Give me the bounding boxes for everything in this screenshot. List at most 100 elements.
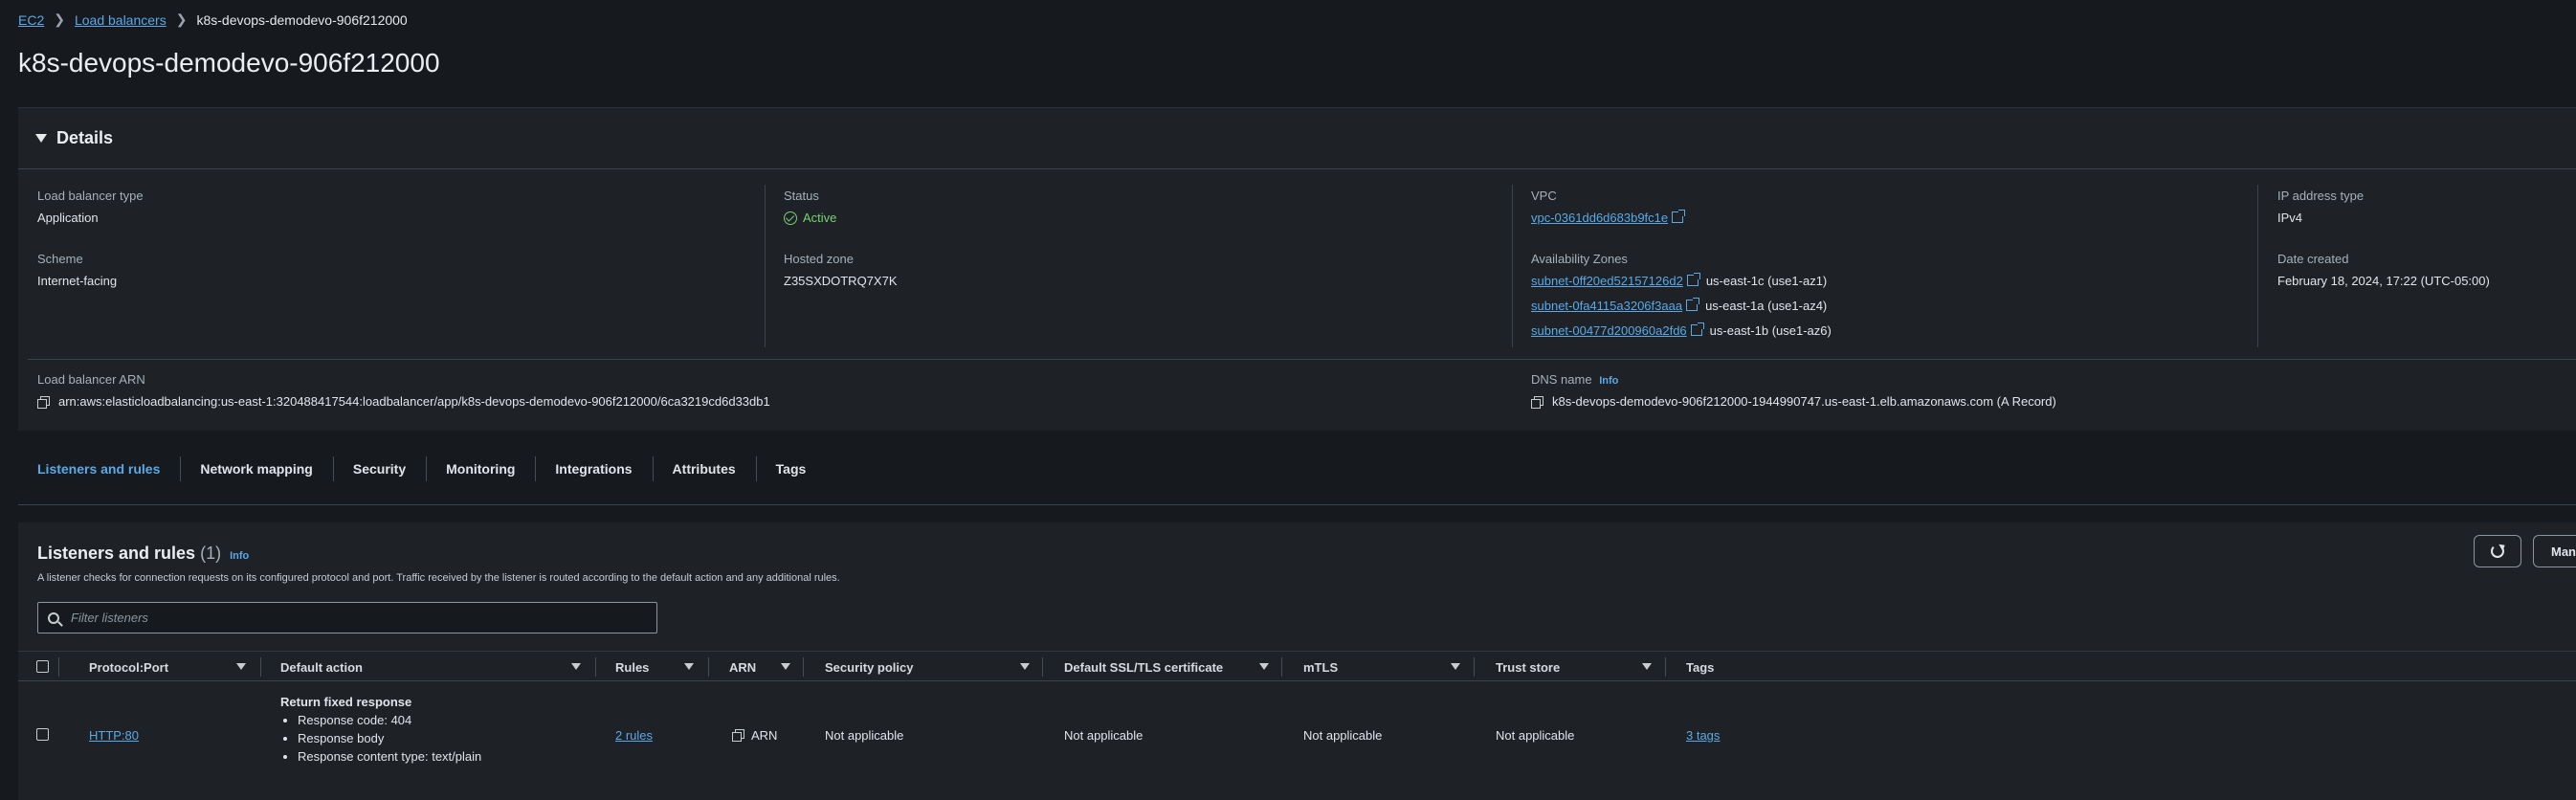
column-security-policy[interactable]: Security policy <box>825 652 913 682</box>
chevron-right-icon: ❯ <box>54 11 65 27</box>
lb-type-label: Load balancer type <box>37 189 144 203</box>
column-divider <box>1512 185 1513 347</box>
chevron-right-icon: ❯ <box>175 11 188 27</box>
copy-icon[interactable] <box>1531 395 1543 409</box>
breadcrumb-ec2-link[interactable]: EC2 <box>18 12 44 28</box>
column-rules[interactable]: Rules <box>615 652 649 682</box>
subnet-zone: us-east-1b (use1-az6) <box>1709 323 1832 338</box>
copy-icon[interactable] <box>732 729 744 742</box>
tab-bar: Listeners and rules Network mapping Secu… <box>18 456 827 481</box>
ip-type-label: IP address type <box>2277 189 2365 203</box>
sort-icon[interactable] <box>571 663 581 670</box>
manage-button[interactable]: Manage <box>2533 535 2576 567</box>
listeners-description: A listener checks for connection request… <box>37 572 840 584</box>
table-row: HTTP:80 Return fixed response Response c… <box>18 681 2576 800</box>
availability-zones-field: Availability Zones subnet-0ff20ed5215712… <box>1531 252 1832 348</box>
action-detail: Response code: 404 <box>298 713 481 727</box>
status-badge: Active <box>784 211 836 225</box>
search-icon <box>48 611 59 624</box>
tab-security[interactable]: Security <box>332 456 426 481</box>
sort-icon[interactable] <box>1451 663 1460 670</box>
listeners-title-text: Listeners and rules <box>37 544 196 563</box>
security-policy-value: Not applicable <box>825 728 904 743</box>
az-label: Availability Zones <box>1531 252 1628 266</box>
column-default-certificate[interactable]: Default SSL/TLS certificate <box>1064 652 1223 682</box>
caret-down-icon <box>35 134 47 143</box>
filter-listeners-input[interactable] <box>69 610 643 626</box>
external-link-icon <box>1672 210 1686 223</box>
default-action-cell: Return fixed response Response code: 404… <box>280 695 481 767</box>
column-trust-store[interactable]: Trust store <box>1496 652 1560 682</box>
scheme-value: Internet-facing <box>37 274 118 288</box>
status-label: Status <box>784 189 819 203</box>
action-detail: Response body <box>298 731 481 745</box>
column-tags[interactable]: Tags <box>1686 652 1714 682</box>
tab-integrations[interactable]: Integrations <box>535 456 652 481</box>
tab-network-mapping[interactable]: Network mapping <box>180 456 332 481</box>
details-title: Details <box>56 128 114 147</box>
details-panel: Details Load balancer type Application S… <box>18 107 2576 431</box>
protocol-port-link[interactable]: HTTP:80 <box>89 728 139 743</box>
tab-listeners-and-rules[interactable]: Listeners and rules <box>18 461 180 477</box>
column-default-action[interactable]: Default action <box>280 652 363 682</box>
filter-box <box>37 602 657 633</box>
status-value: Active <box>803 211 837 225</box>
column-mtls[interactable]: mTLS <box>1303 652 1338 682</box>
arn-field: Load balancer ARN arn:aws:elasticloadbal… <box>37 372 770 409</box>
status-field: Status Active <box>784 189 836 225</box>
copy-icon[interactable] <box>37 395 50 409</box>
arn-text: ARN <box>751 728 778 743</box>
refresh-button[interactable] <box>2474 535 2521 567</box>
subnet-link[interactable]: subnet-0ff20ed52157126d2 <box>1531 274 1683 288</box>
subnet-zone: us-east-1a (use1-az4) <box>1705 299 1828 313</box>
column-divider <box>2257 185 2258 347</box>
sort-icon[interactable] <box>1020 663 1030 670</box>
select-all-checkbox[interactable] <box>36 660 49 673</box>
dns-value: k8s-devops-demodevo-906f212000-194499074… <box>1552 394 2056 409</box>
dns-field: DNS name Info k8s-devops-demodevo-906f21… <box>1531 372 2056 409</box>
date-created-value: February 18, 2024, 17:22 (UTC-05:00) <box>2277 274 2490 288</box>
subnet-row: subnet-0fa4115a3206f3aaa us-east-1a (use… <box>1531 298 1832 313</box>
column-arn[interactable]: ARN <box>729 652 756 682</box>
subnet-row: subnet-00477d200960a2fd6 us-east-1b (use… <box>1531 322 1832 338</box>
date-created-field: Date created February 18, 2024, 17:22 (U… <box>2277 252 2490 288</box>
sort-icon[interactable] <box>684 663 694 670</box>
breadcrumb-current: k8s-devops-demodevo-906f212000 <box>196 11 408 28</box>
hosted-zone-label: Hosted zone <box>784 252 854 266</box>
listeners-info-link[interactable]: Info <box>230 550 249 562</box>
default-action-title: Return fixed response <box>280 695 412 709</box>
page-title: k8s-devops-demodevo-906f212000 <box>18 48 440 78</box>
lb-type-field: Load balancer type Application <box>37 189 144 225</box>
sort-icon[interactable] <box>236 663 246 670</box>
tab-monitoring[interactable]: Monitoring <box>426 456 535 481</box>
subnet-link[interactable]: subnet-00477d200960a2fd6 <box>1531 323 1687 338</box>
external-link-icon <box>1690 322 1704 336</box>
certificate-value: Not applicable <box>1064 728 1144 743</box>
hosted-zone-field: Hosted zone Z35SXDOTRQ7X7K <box>784 252 898 288</box>
subnet-row: subnet-0ff20ed52157126d2 us-east-1c (use… <box>1531 273 1832 288</box>
subnet-link[interactable]: subnet-0fa4115a3206f3aaa <box>1531 299 1682 313</box>
row-checkbox[interactable] <box>36 728 49 741</box>
dns-info-link[interactable]: Info <box>1599 375 1618 387</box>
sort-icon[interactable] <box>1259 663 1269 670</box>
column-protocol-port[interactable]: Protocol:Port <box>89 652 168 682</box>
vpc-field: VPC vpc-0361dd6d683b9fc1e <box>1531 189 1686 225</box>
breadcrumb-load-balancers-link[interactable]: Load balancers <box>75 12 167 28</box>
details-header[interactable]: Details <box>18 108 2576 169</box>
arn-label: Load balancer ARN <box>37 372 145 387</box>
tab-tags[interactable]: Tags <box>755 456 827 481</box>
tab-attributes[interactable]: Attributes <box>652 456 756 481</box>
row-divider <box>28 359 2576 360</box>
column-divider <box>765 185 766 347</box>
tags-link[interactable]: 3 tags <box>1686 728 1720 743</box>
subnet-zone: us-east-1c (use1-az1) <box>1705 274 1828 288</box>
rules-link[interactable]: 2 rules <box>615 728 653 743</box>
refresh-icon <box>2491 544 2504 558</box>
sort-icon[interactable] <box>1642 663 1652 670</box>
vpc-link[interactable]: vpc-0361dd6d683b9fc1e <box>1531 211 1668 225</box>
breadcrumb: EC2 ❯ Load balancers ❯ k8s-devops-demode… <box>18 11 408 28</box>
table-header: Protocol:Port Default action Rules ARN S… <box>18 651 2576 681</box>
date-created-label: Date created <box>2277 252 2349 266</box>
sort-icon[interactable] <box>781 663 790 670</box>
external-link-icon <box>1686 298 1700 311</box>
